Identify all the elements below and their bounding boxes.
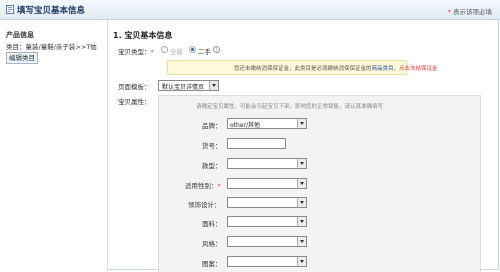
item-no-input[interactable] [227,138,286,149]
gender-label-text: 适用性别： [185,182,218,190]
fit-select[interactable] [227,158,307,169]
brand-select[interactable]: other/其他 [227,118,307,129]
attr-label-fabric: 面料： [202,220,222,228]
attr-label-item-no: 货号： [202,142,222,150]
item-type-required-star: * [150,48,154,56]
notice-line: 您还未缴纳消保保证金，此类目是必须缴纳消保保证金的商品类目，点击冻结保证金 [234,64,438,72]
required-note: * 表示该项必填 [448,6,492,16]
radio-used[interactable] [189,46,196,53]
category-path: 类目：童装/童鞋/亲子装>>T恤 [6,43,97,51]
required-star: * [447,8,451,16]
item-type-label-text: 宝贝类型： [118,48,151,56]
item-type-label: 宝贝类型：* [118,46,154,56]
edit-document-icon [6,5,15,14]
template-select[interactable]: 默认宝贝详情页 [158,80,219,91]
category-link[interactable]: 商品类目 [372,66,394,72]
attr-label-style: 风格： [202,240,222,248]
page-title: 填写宝贝基本信息 [17,6,86,16]
attributes-hint: 请确定宝贝属性，可能会引起宝贝下架，影响您的正常销售，请认真准确填写 [196,104,384,110]
collar-select[interactable] [227,197,307,208]
section-title: 1. 宝贝基本信息 [113,31,173,40]
template-value: 默认宝贝详情页 [162,84,205,91]
fabric-select[interactable] [227,216,307,227]
chevron-down-icon [297,198,306,207]
gender-select[interactable] [227,178,307,189]
attr-label-pattern: 图案： [202,260,222,268]
chevron-down-icon [297,119,306,128]
attributes-label: 宝贝属性： [118,98,151,106]
chevron-down-icon [297,237,306,246]
attr-label-gender: 适用性别：* [185,180,221,190]
chevron-down-icon [297,217,306,226]
freeze-deposit-link[interactable]: 点击冻结保证金 [399,66,438,72]
template-label: 页面模板： [118,83,151,91]
product-info-sidebar: 产品信息 类目：童装/童鞋/亲子装>>T恤 编辑类目 [0,20,108,271]
attr-label-fit: 款型： [202,162,222,170]
edit-category-button[interactable]: 编辑类目 [6,52,38,64]
chevron-down-icon [297,179,306,188]
attr-label-collar: 领饰设计： [188,201,221,209]
style-select[interactable] [227,236,307,247]
notice-text: 您还未缴纳消保保证金，此类目是必须缴纳消保保证金的 [234,66,372,72]
radio-new[interactable] [161,46,168,53]
brand-value: other/其他 [230,122,261,129]
pattern-select[interactable] [227,256,307,267]
deposit-notice: 您还未缴纳消保保证金，此类目是必须缴纳消保保证金的商品类目，点击冻结保证金 [167,60,438,75]
chevron-down-icon [297,257,306,266]
chevron-down-icon [209,81,218,90]
chevron-down-icon [297,159,306,168]
attr-label-brand: 品牌： [202,122,222,130]
help-icon[interactable]: ? [213,46,220,53]
required-note-text: 表示该项必填 [453,8,492,16]
radio-new-label: 全新 [170,48,183,56]
radio-used-label: 二手 [198,48,211,56]
gender-required-star: * [217,182,221,190]
sidebar-heading: 产品信息 [6,31,34,39]
title-bar: 填写宝贝基本信息 * 表示该项必填 [0,0,500,20]
